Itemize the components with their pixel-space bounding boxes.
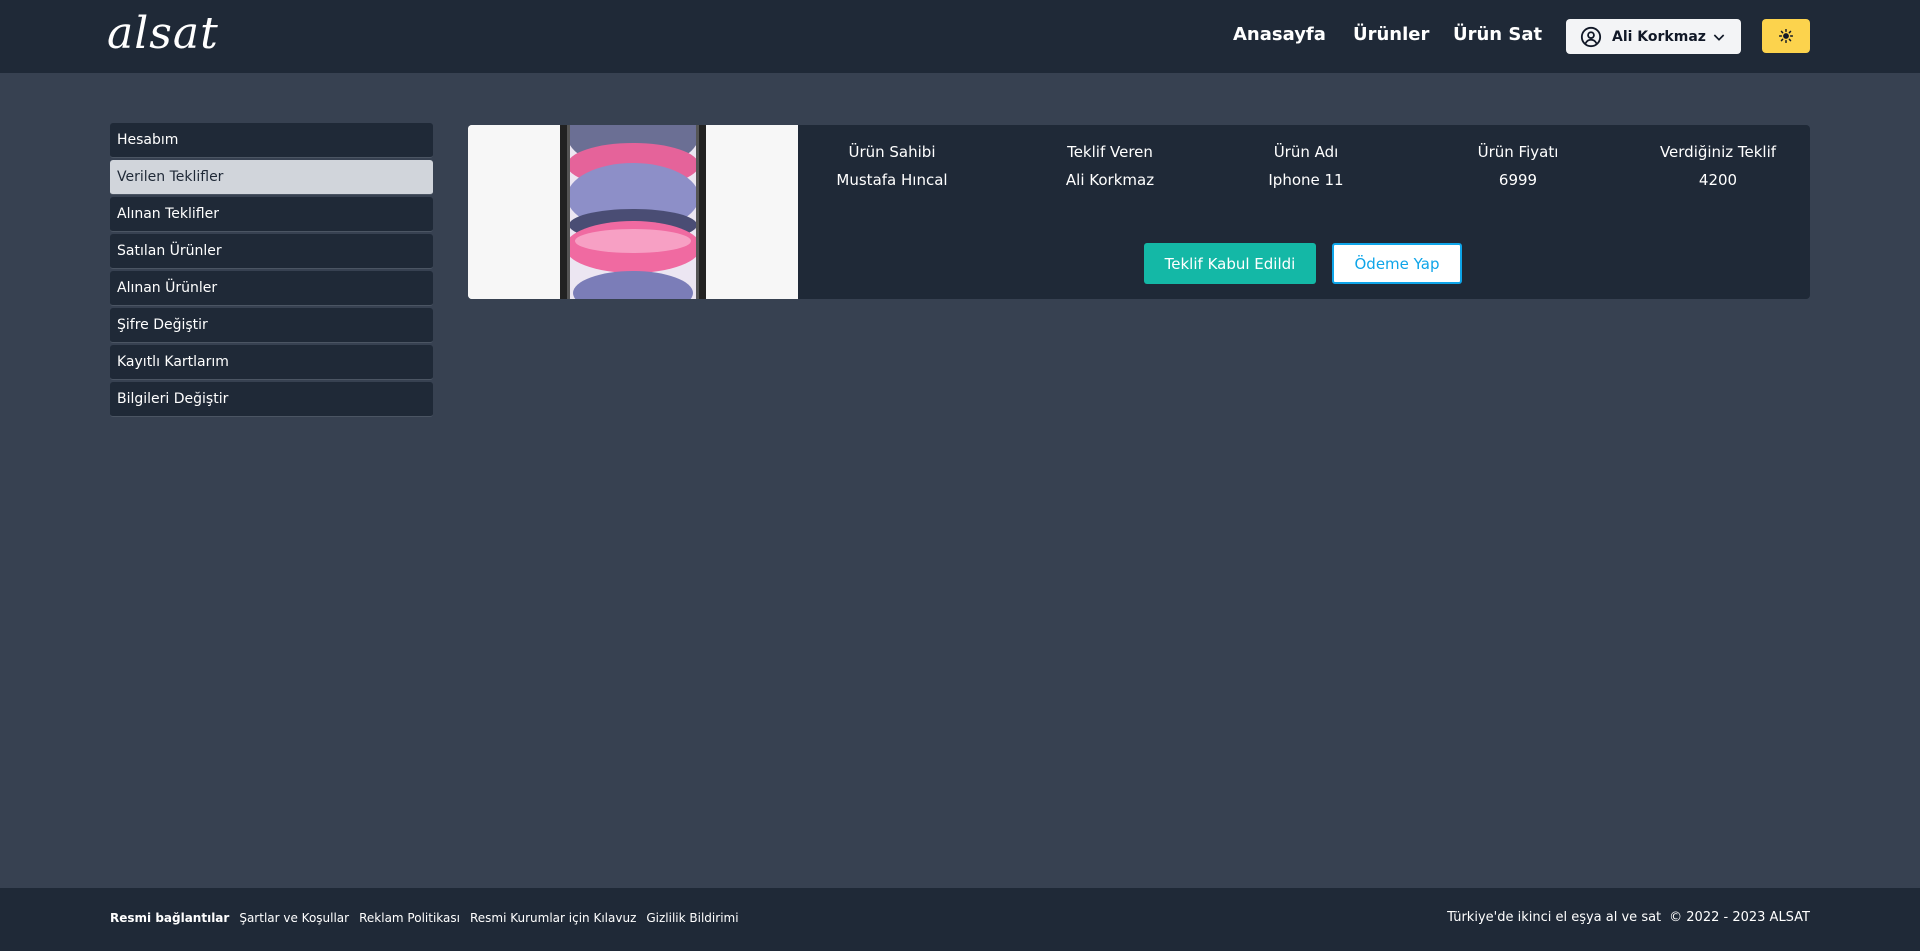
offer-accepted-button[interactable]: Teklif Kabul Edildi <box>1144 243 1316 284</box>
bidder-value: Ali Korkmaz <box>1065 171 1155 189</box>
sidebar-item-edit-info[interactable]: Bilgileri Değiştir <box>110 382 433 417</box>
footer-link-privacy[interactable]: Gizlilik Bildirimi <box>646 911 738 925</box>
footer-link-terms[interactable]: Şartlar ve Koşullar <box>239 911 349 925</box>
iphone-illustration <box>468 125 798 299</box>
footer-copyright: © 2022 - 2023 ALSAT <box>1669 910 1810 925</box>
sidebar-item-received-offers[interactable]: Alınan Teklifler <box>110 197 433 232</box>
footer-link-ad-policy[interactable]: Reklam Politikası <box>359 911 460 925</box>
footer-tagline: Türkiye'de ikinci el eşya al ve sat <box>1447 910 1662 925</box>
product-name-value: Iphone 11 <box>1268 171 1344 189</box>
sidebar-item-bought-products[interactable]: Alınan Ürünler <box>110 271 433 306</box>
product-price-column: Ürün Fiyatı 6999 <box>1428 141 1608 191</box>
footer-link-official-guide[interactable]: Resmi Kurumlar için Kılavuz <box>470 911 636 925</box>
your-offer-column: Verdiğiniz Teklif 4200 <box>1628 141 1808 191</box>
offer-card: Ürün Sahibi Mustafa Hıncal Teklif Veren … <box>468 125 1810 299</box>
bidder-column: Teklif Veren Ali Korkmaz <box>1020 141 1200 191</box>
top-navbar: alsat Anasayfa Ürünler Ürün Sat Ali Kork… <box>0 0 1920 73</box>
product-name-column: Ürün Adı Iphone 11 <box>1216 141 1396 191</box>
nav-home-link[interactable]: Anasayfa <box>1233 24 1326 45</box>
account-sidebar: Hesabım Verilen Teklifler Alınan Teklifl… <box>110 123 433 419</box>
theme-toggle-button[interactable] <box>1762 19 1810 53</box>
sun-icon <box>1779 29 1793 43</box>
nav-products-link[interactable]: Ürünler <box>1353 24 1429 45</box>
sidebar-item-account[interactable]: Hesabım <box>110 123 433 158</box>
user-name: Ali Korkmaz <box>1612 28 1706 45</box>
sidebar-item-saved-cards[interactable]: Kayıtlı Kartlarım <box>110 345 433 380</box>
user-circle-icon <box>1580 26 1602 47</box>
owner-column: Ürün Sahibi Mustafa Hıncal <box>802 141 982 191</box>
footer-links: Resmi bağlantılar Şartlar ve Koşullar Re… <box>110 911 739 925</box>
your-offer-label: Verdiğiniz Teklif <box>1659 143 1777 161</box>
chevron-down-icon <box>1713 33 1725 41</box>
make-payment-button[interactable]: Ödeme Yap <box>1332 243 1462 284</box>
site-logo[interactable]: alsat <box>107 8 219 59</box>
product-name-label: Ürün Adı <box>1273 143 1339 161</box>
product-price-value: 6999 <box>1498 171 1538 189</box>
sidebar-item-change-password[interactable]: Şifre Değiştir <box>110 308 433 343</box>
footer-right: Türkiye'de ikinci el eşya al ve sat © 20… <box>1447 910 1810 925</box>
owner-label: Ürün Sahibi <box>848 143 936 161</box>
sidebar-item-sold-products[interactable]: Satılan Ürünler <box>110 234 433 269</box>
owner-value: Mustafa Hıncal <box>836 171 948 189</box>
product-image[interactable] <box>468 125 798 299</box>
product-price-label: Ürün Fiyatı <box>1477 143 1559 161</box>
user-menu-button[interactable]: Ali Korkmaz <box>1566 19 1741 54</box>
bidder-label: Teklif Veren <box>1067 143 1153 161</box>
nav-sell-link[interactable]: Ürün Sat <box>1453 24 1542 45</box>
sidebar-item-given-offers[interactable]: Verilen Teklifler <box>110 160 433 195</box>
site-footer: Resmi bağlantılar Şartlar ve Koşullar Re… <box>0 888 1920 951</box>
your-offer-value: 4200 <box>1698 171 1738 189</box>
footer-links-title: Resmi bağlantılar <box>110 911 230 925</box>
